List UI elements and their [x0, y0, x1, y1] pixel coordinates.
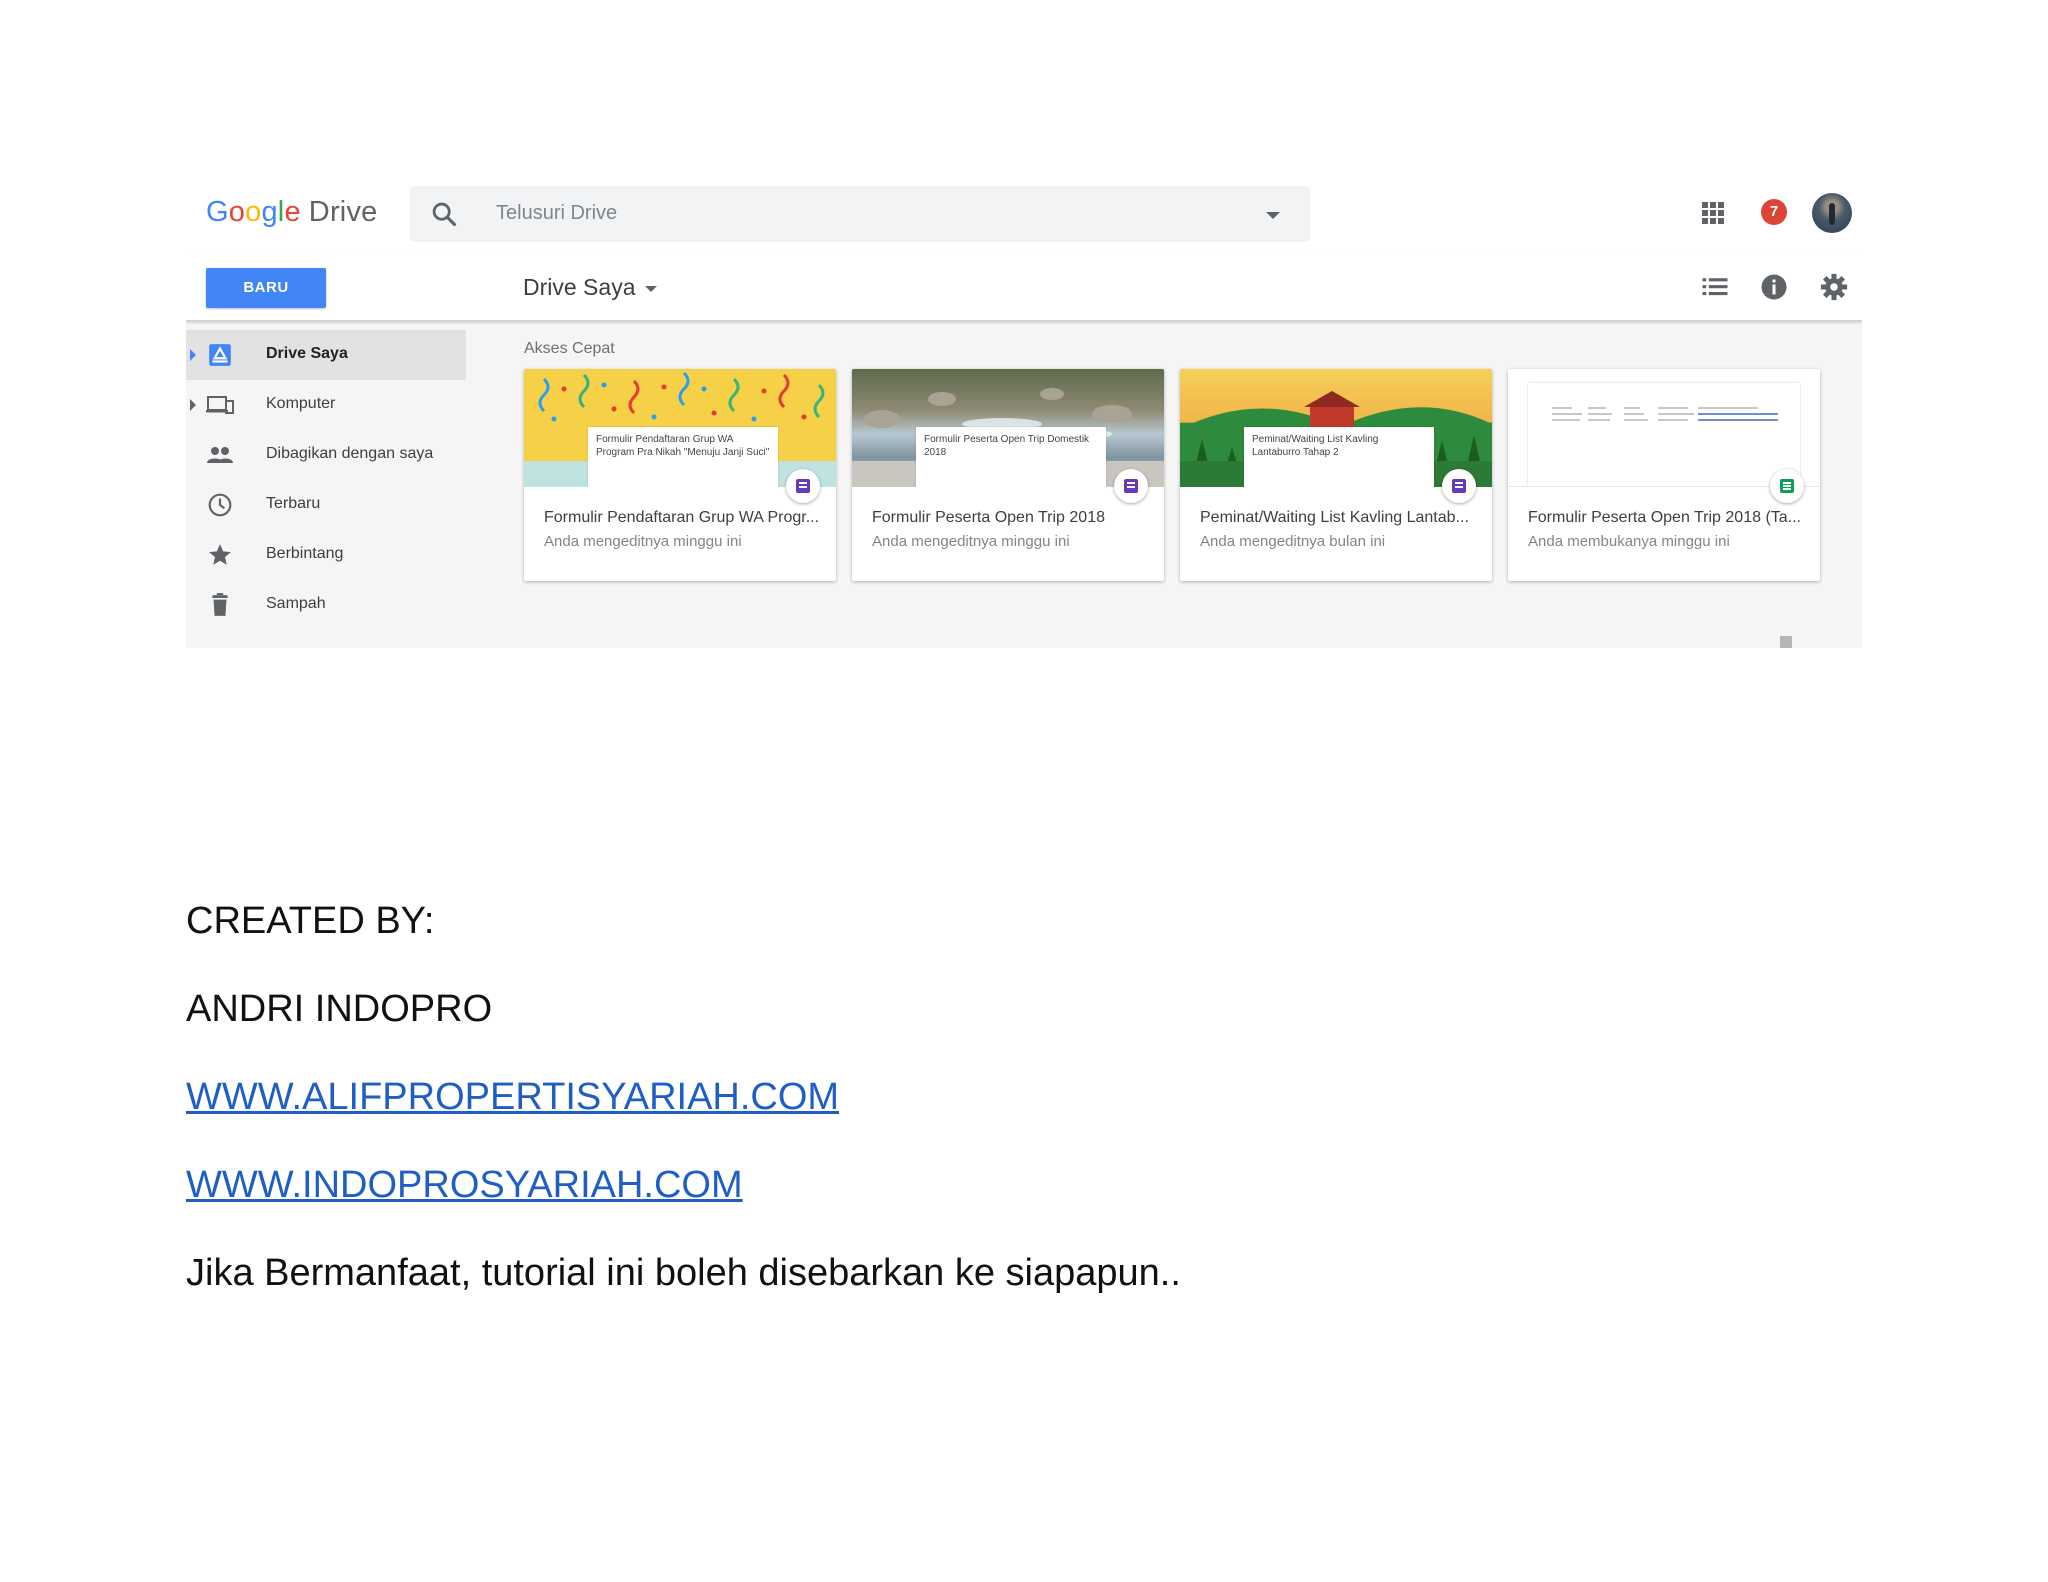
sidebar-item-drive-saya[interactable]: Drive Saya [186, 330, 466, 380]
sidebar-item-dibagikan[interactable]: Dibagikan dengan saya [186, 430, 466, 480]
scrollbar-thumb[interactable] [1780, 636, 1792, 648]
sidebar-item-label: Drive Saya [266, 345, 348, 362]
drive-icon [209, 344, 231, 366]
google-drive-logo[interactable]: Google Drive [206, 196, 377, 229]
breadcrumb[interactable]: Drive Saya [523, 274, 658, 301]
drive-topbar: Google Drive Telusuri Drive 7 [186, 172, 1862, 252]
file-name: Formulir Pendaftaran Grup WA Progr... [544, 509, 820, 526]
file-thumbnail: Peminat/Waiting List Kavling Lantaburro … [1180, 369, 1492, 487]
sheet-preview [1528, 383, 1800, 486]
thumbnail-paper: Peminat/Waiting List Kavling Lantaburro … [1244, 427, 1434, 487]
computer-icon [206, 396, 234, 414]
search-input[interactable]: Telusuri Drive [496, 202, 617, 225]
website-link-1[interactable]: WWW.ALIFPROPERTISYARIAH.COM [186, 1076, 839, 1119]
thumbnail-text: Peminat/Waiting List Kavling Lantaburro … [1252, 434, 1379, 458]
file-thumbnail: Formulir Pendaftaran Grup WA Program Pra… [524, 369, 836, 487]
forms-badge [786, 469, 820, 503]
thumbnail-paper: Formulir Peserta Open Trip Domestik 2018 [916, 427, 1106, 487]
sidebar-item-label: Dibagikan dengan saya [266, 445, 434, 462]
file-meta: Anda membukanya minggu ini [1528, 533, 1730, 550]
sidebar-item-label: Komputer [266, 395, 336, 412]
forms-badge [1442, 469, 1476, 503]
search-options-icon[interactable] [1266, 212, 1280, 219]
search-icon[interactable] [430, 200, 458, 228]
sheets-icon [1780, 479, 1794, 493]
file-card[interactable]: Formulir Pendaftaran Grup WA Program Pra… [524, 369, 836, 581]
breadcrumb-label: Drive Saya [523, 274, 636, 300]
forms-badge [1114, 469, 1148, 503]
people-icon [207, 447, 233, 463]
file-name: Formulir Peserta Open Trip 2018 (Ta... [1528, 509, 1801, 526]
file-card[interactable]: Formulir Peserta Open Trip 2018 (Ta... A… [1508, 369, 1820, 581]
created-by-label: CREATED BY: [186, 900, 435, 942]
expand-arrow-icon[interactable] [190, 349, 196, 361]
sidebar-item-label: Sampah [266, 595, 326, 612]
sheet-rows-decoration [1552, 407, 1778, 421]
sidebar-item-berbintang[interactable]: Berbintang [186, 530, 466, 580]
google-wordmark: Google [206, 196, 301, 228]
thumbnail-paper: Formulir Pendaftaran Grup WA Program Pra… [588, 427, 778, 487]
apps-grid-icon[interactable] [1702, 202, 1724, 224]
sidebar-item-label: Terbaru [266, 495, 321, 512]
file-thumbnail: Formulir Peserta Open Trip Domestik 2018 [852, 369, 1164, 487]
star-icon [209, 544, 231, 565]
gear-icon[interactable] [1819, 272, 1849, 302]
expand-arrow-icon[interactable] [190, 399, 196, 411]
list-view-icon[interactable] [1700, 272, 1730, 302]
file-meta: Anda mengeditnya minggu ini [872, 533, 1070, 550]
new-button[interactable]: BARU [206, 268, 326, 308]
website-link-2[interactable]: WWW.INDOPROSYARIAH.COM [186, 1164, 743, 1207]
info-icon[interactable] [1759, 272, 1789, 302]
thumbnail-text: Formulir Peserta Open Trip Domestik 2018 [924, 434, 1090, 458]
sidebar-item-komputer[interactable]: Komputer [186, 380, 466, 430]
section-title: Akses Cepat [524, 340, 615, 357]
drive-screenshot: Google Drive Telusuri Drive 7 BARU Drive … [186, 172, 1862, 648]
share-note: Jika Bermanfaat, tutorial ini boleh dise… [186, 1252, 1181, 1294]
file-name: Formulir Peserta Open Trip 2018 [872, 509, 1105, 526]
sheets-badge [1770, 469, 1804, 503]
forms-icon [1124, 479, 1138, 493]
drive-toolbar: BARU Drive Saya [186, 252, 1862, 322]
avatar[interactable] [1812, 193, 1852, 233]
drive-content: Drive Saya Komputer Dibagikan dengan say… [186, 324, 1862, 648]
chevron-down-icon [645, 285, 658, 292]
clock-icon [208, 493, 232, 517]
file-thumbnail [1508, 369, 1820, 487]
notification-badge[interactable]: 7 [1761, 199, 1787, 225]
sidebar-item-label: Berbintang [266, 545, 344, 562]
forms-icon [796, 479, 810, 493]
file-meta: Anda mengeditnya minggu ini [544, 533, 742, 550]
file-card[interactable]: Formulir Peserta Open Trip Domestik 2018… [852, 369, 1164, 581]
thumbnail-text: Formulir Pendaftaran Grup WA Program Pra… [596, 434, 770, 458]
author-name: ANDRI INDOPRO [186, 988, 493, 1030]
search-bar[interactable]: Telusuri Drive [410, 186, 1310, 242]
file-meta: Anda mengeditnya bulan ini [1200, 533, 1386, 550]
forms-icon [1452, 479, 1466, 493]
trash-icon [212, 593, 228, 616]
logo-product: Drive [308, 196, 378, 228]
sidebar: Drive Saya Komputer Dibagikan dengan say… [186, 324, 466, 648]
file-card[interactable]: Peminat/Waiting List Kavling Lantaburro … [1180, 369, 1492, 581]
sidebar-item-sampah[interactable]: Sampah [186, 580, 466, 630]
file-name: Peminat/Waiting List Kavling Lantab... [1200, 509, 1469, 526]
quick-access: Akses Cepat Formulir Pendaftaran Grup WA… [466, 324, 1862, 648]
sidebar-item-terbaru[interactable]: Terbaru [186, 480, 466, 530]
